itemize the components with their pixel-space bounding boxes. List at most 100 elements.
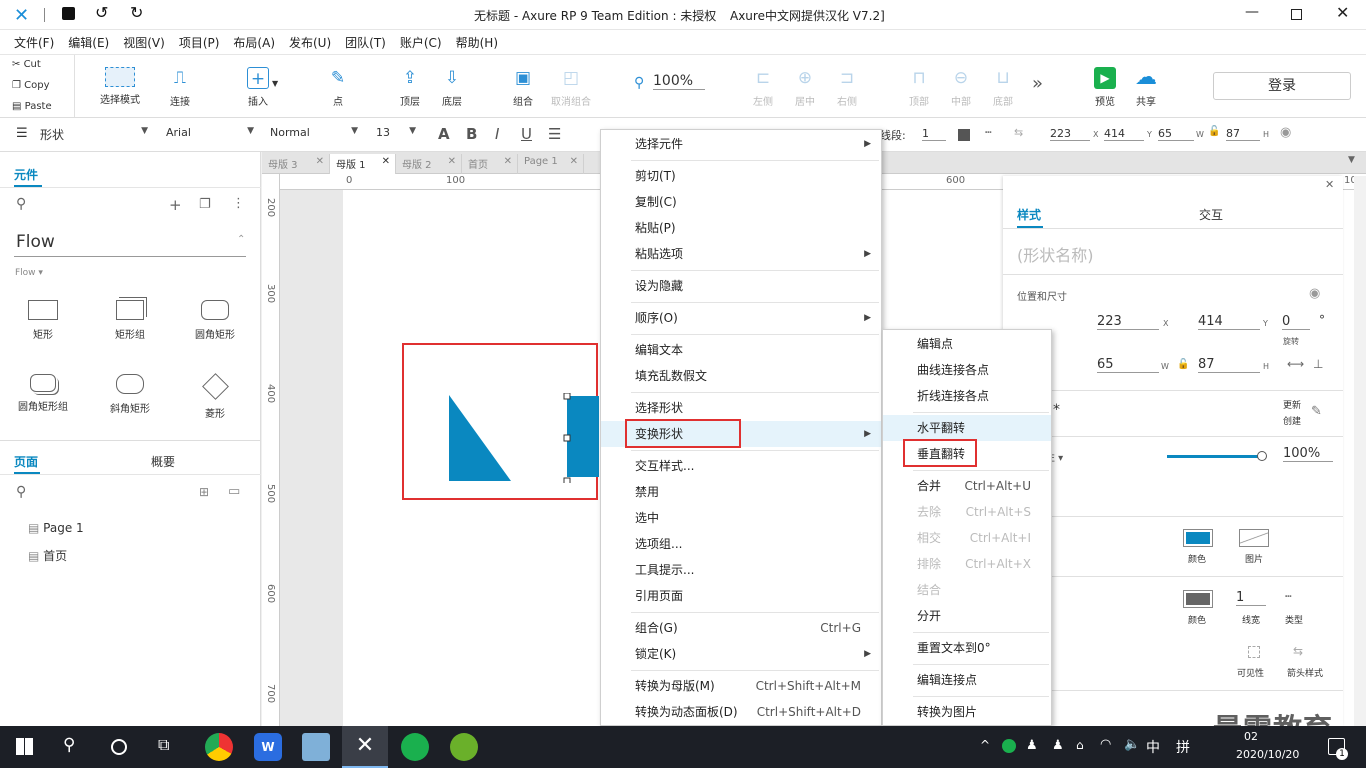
ctx-item[interactable]: 选择形状: [601, 395, 881, 421]
fill-image-icon[interactable]: [1239, 529, 1269, 547]
group-button[interactable]: ▣ 组合: [503, 67, 543, 108]
update-style-line1[interactable]: 更新: [1283, 398, 1301, 411]
tray-expand-icon[interactable]: ^: [980, 738, 990, 752]
triangle-shape[interactable]: [449, 395, 513, 483]
align-middle-button[interactable]: ⊖ 中部: [943, 67, 979, 108]
font-weight-select[interactable]: Normal ▼: [270, 126, 358, 144]
doc-tab-page-1[interactable]: Page 1 ✕: [518, 154, 584, 174]
sub-item[interactable]: 折线连接各点: [883, 383, 1051, 409]
opacity-slider-handle[interactable]: [1257, 451, 1267, 461]
menu-publish[interactable]: 发布(U): [282, 30, 338, 54]
align-center-button[interactable]: ⊕ 居中: [787, 67, 823, 108]
close-icon[interactable]: ✕: [504, 156, 512, 167]
ctx-item[interactable]: 选中: [601, 505, 881, 531]
menu-team[interactable]: 团队(T): [338, 30, 393, 54]
page-item[interactable]: ▤ Page 1: [28, 521, 84, 535]
list-icon[interactable]: ☰: [548, 125, 561, 143]
fit-height-icon[interactable]: ⊥: [1313, 357, 1323, 371]
h-input[interactable]: 87: [1198, 357, 1260, 373]
volume-icon[interactable]: 🔈: [1124, 737, 1140, 752]
point-button[interactable]: ✎ 点: [318, 67, 358, 108]
library-item-diamond[interactable]: 菱形: [180, 373, 250, 420]
doc-tab-master-3[interactable]: 母版 3 ✕: [262, 154, 330, 174]
tab-interaction[interactable]: 交互: [1199, 206, 1223, 223]
library-chevron-icon[interactable]: ⌃: [237, 234, 245, 245]
insert-dropdown-icon[interactable]: ▼: [272, 79, 278, 88]
bring-to-front-button[interactable]: ⇪ 顶层: [390, 67, 430, 108]
selected-shape[interactable]: [563, 393, 603, 483]
rotation-input[interactable]: 0: [1282, 314, 1310, 330]
h-input[interactable]: 87: [1226, 127, 1260, 141]
sub-item[interactable]: 分开: [883, 603, 1051, 629]
opacity-input[interactable]: 100%: [1283, 446, 1333, 462]
sub-item[interactable]: 转换为图片: [883, 699, 1051, 725]
more-tools-icon[interactable]: »: [1032, 73, 1043, 94]
library-copy-icon[interactable]: ❐: [199, 197, 211, 212]
menu-view[interactable]: 视图(V): [116, 30, 172, 54]
library-subtitle[interactable]: Flow ▾: [15, 268, 43, 278]
minimize-button[interactable]: —: [1245, 4, 1259, 20]
visibility-box-icon[interactable]: [1248, 646, 1260, 658]
connect-button[interactable]: ⎍ 连接: [160, 67, 200, 108]
tab-outline[interactable]: 概要: [151, 453, 175, 470]
menu-account[interactable]: 账户(C): [393, 30, 449, 54]
font-family-select[interactable]: Arial ▼: [166, 126, 254, 144]
library-item-rounded-rectangle[interactable]: 圆角矩形: [180, 300, 250, 341]
menu-file[interactable]: 文件(F): [7, 30, 61, 54]
border-type-icon[interactable]: ┅: [1285, 590, 1292, 603]
ime-mode-indicator[interactable]: 拼: [1176, 737, 1190, 757]
clock-date[interactable]: 2020/10/20: [1236, 748, 1299, 761]
sub-item[interactable]: 重置文本到0°: [883, 635, 1051, 661]
x-input[interactable]: 223: [1050, 127, 1090, 141]
close-icon[interactable]: ✕: [570, 156, 578, 167]
qq-tray-icon[interactable]: ♟: [1026, 738, 1038, 753]
search-icon[interactable]: ⚲: [16, 484, 26, 500]
tab-components[interactable]: 元件: [14, 166, 38, 183]
page-item[interactable]: ▤ 首页: [28, 547, 67, 564]
qq-tray-icon[interactable]: ♟: [1052, 738, 1064, 753]
ctx-item[interactable]: 编辑文本: [601, 337, 881, 363]
wps-writer-icon[interactable]: W: [254, 733, 282, 761]
sub-item[interactable]: 编辑点: [883, 331, 1051, 357]
italic-icon[interactable]: I: [495, 125, 499, 143]
ctx-item[interactable]: 选择元件 ▶: [601, 131, 881, 157]
ctx-item[interactable]: 转换为动态面板(D) Ctrl+Shift+Alt+D: [601, 699, 881, 725]
align-left-button[interactable]: ⊏ 左侧: [745, 67, 781, 108]
edit-style-icon[interactable]: ✎: [1311, 404, 1322, 419]
line-style-icon[interactable]: ┅: [985, 126, 992, 139]
share-button[interactable]: ☁ 共享: [1128, 67, 1164, 109]
fill-color-swatch[interactable]: [1183, 529, 1213, 547]
ctx-item[interactable]: 引用页面: [601, 583, 881, 609]
clock-time[interactable]: 02: [1244, 730, 1258, 743]
visibility-eye-icon[interactable]: ◉: [1280, 125, 1291, 140]
login-button[interactable]: 登录: [1213, 72, 1351, 100]
ctx-item[interactable]: 设为隐藏: [601, 273, 881, 299]
close-icon[interactable]: ✕: [448, 156, 456, 167]
underline-icon[interactable]: U: [521, 125, 532, 143]
menu-project[interactable]: 项目(P): [172, 30, 227, 54]
doc-tab-master-2[interactable]: 母版 2 ✕: [396, 154, 462, 174]
arrow-style-icon[interactable]: ⇆: [1293, 644, 1303, 658]
menu-layout[interactable]: 布局(A): [226, 30, 282, 54]
menu-edit[interactable]: 编辑(E): [61, 30, 116, 54]
ctx-item[interactable]: 禁用: [601, 479, 881, 505]
network-device-icon[interactable]: ⌂: [1076, 738, 1084, 752]
preview-button[interactable]: ▶ 预览: [1088, 67, 1122, 108]
y-input[interactable]: 414: [1104, 127, 1144, 141]
ctx-item[interactable]: 粘贴选项 ▶: [601, 241, 881, 267]
w-input[interactable]: 65: [1158, 127, 1194, 141]
add-page-icon[interactable]: ⊞: [199, 485, 209, 499]
windows-start-icon[interactable]: [16, 738, 33, 755]
ctx-item[interactable]: 复制(C): [601, 189, 881, 215]
maximize-button[interactable]: [1291, 9, 1302, 20]
ctx-item[interactable]: 剪切(T): [601, 163, 881, 189]
ctx-item[interactable]: 转换为母版(M) Ctrl+Shift+Alt+M: [601, 673, 881, 699]
close-panel-icon[interactable]: ✕: [1325, 178, 1334, 191]
border-width-input[interactable]: 1: [1236, 590, 1266, 606]
close-button[interactable]: ✕: [1336, 3, 1349, 22]
close-icon[interactable]: ✕: [382, 156, 390, 167]
library-item-rectangle[interactable]: 矩形: [8, 300, 78, 341]
lock-ratio-icon[interactable]: 🔓: [1208, 126, 1220, 137]
copy-button[interactable]: ❐ Copy: [12, 80, 50, 91]
align-bottom-button[interactable]: ⊔ 底部: [985, 67, 1021, 108]
